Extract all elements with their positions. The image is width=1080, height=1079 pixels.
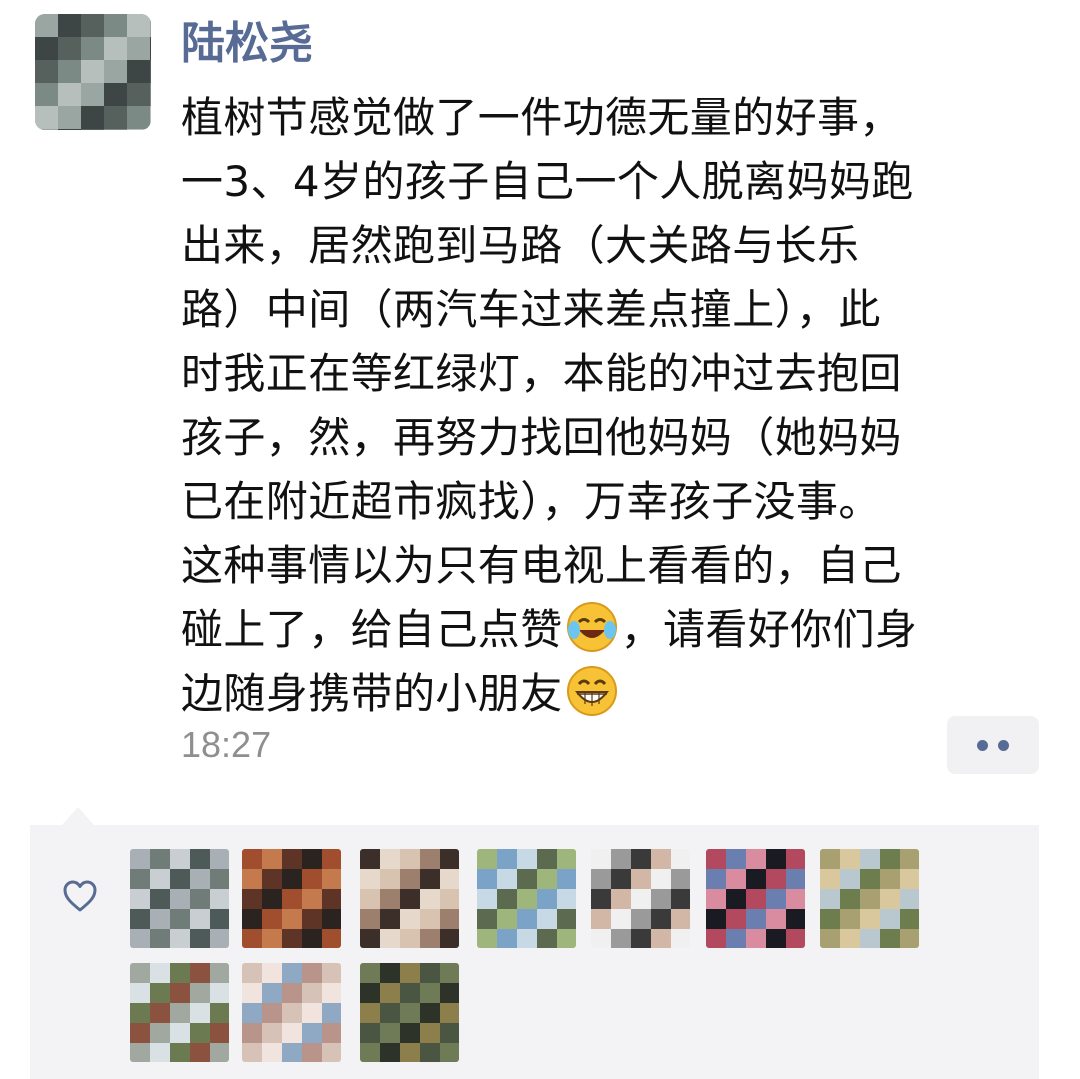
post-text-segment: 这种事情以为只有电视上看看的，自己 <box>181 541 902 590</box>
liker-avatar-6[interactable] <box>706 849 805 948</box>
post-text-segment: 已在附近超市疯找），万幸孩子没事。 <box>181 477 881 526</box>
post-text-line: 一3、4岁的孩子自己一个人脱离妈妈跑 <box>181 150 1061 214</box>
liker-avatar-3[interactable] <box>360 849 459 948</box>
post-text-segment: ，请看好你们身 <box>620 605 918 654</box>
heart-outline-icon <box>63 880 97 912</box>
post-text-line: 碰上了，给自己点赞 ，请看好你们身 <box>181 598 1061 662</box>
likes-caret <box>62 807 94 825</box>
post-text-segment: 植树节感觉做了一件功德无量的好事， <box>181 93 902 142</box>
liker-avatar-5[interactable] <box>591 849 690 948</box>
author-avatar[interactable] <box>35 14 151 130</box>
liker-avatar-8[interactable] <box>130 963 229 1062</box>
laughing-crying-emoji <box>565 600 619 654</box>
liker-avatar-10[interactable] <box>360 963 459 1062</box>
post-text-segment: 路）中间（两汽车过来差点撞上），此 <box>181 285 881 334</box>
liker-avatar-2[interactable] <box>242 849 341 948</box>
liker-avatar-7[interactable] <box>820 849 919 948</box>
post-text-line: 出来，居然跑到马路（大关路与长乐 <box>181 214 1061 278</box>
post-time: 18:27 <box>181 724 272 765</box>
post-text-line: 已在附近超市疯找），万幸孩子没事。 <box>181 470 1061 534</box>
liker-avatar-9[interactable] <box>242 963 341 1062</box>
post-text-segment: 孩子，然，再努力找回他妈妈（她妈妈 <box>181 413 902 462</box>
post-text-segment: 一3、4岁的孩子自己一个人脱离妈妈跑 <box>181 157 914 206</box>
liker-avatar-4[interactable] <box>477 849 576 948</box>
post-text-segment: 碰上了，给自己点赞 <box>181 605 563 654</box>
post-text-line: 路）中间（两汽车过来差点撞上），此 <box>181 278 1061 342</box>
author-name[interactable]: 陆松尧 <box>181 14 313 74</box>
post-text-line: 边随身携带的小朋友 <box>181 662 1061 726</box>
post-text-segment: 边随身携带的小朋友 <box>181 669 563 718</box>
post-text-line: 时我正在等红绿灯，本能的冲过去抱回 <box>181 342 1061 406</box>
post-text-segment: 时我正在等红绿灯，本能的冲过去抱回 <box>181 349 902 398</box>
post-text-line: 植树节感觉做了一件功德无量的好事， <box>181 86 1061 150</box>
post-text-line: 这种事情以为只有电视上看看的，自己 <box>181 534 1061 598</box>
post-text-line: 孩子，然，再努力找回他妈妈（她妈妈 <box>181 406 1061 470</box>
grinning-emoji <box>565 664 619 718</box>
post-text-segment: 出来，居然跑到马路（大关路与长乐 <box>181 221 860 270</box>
liker-avatar-1[interactable] <box>130 849 229 948</box>
post-content: 植树节感觉做了一件功德无量的好事， 一3、4岁的孩子自己一个人脱离妈妈跑 出来，居然… <box>181 86 1061 726</box>
more-actions-button[interactable] <box>947 716 1039 774</box>
